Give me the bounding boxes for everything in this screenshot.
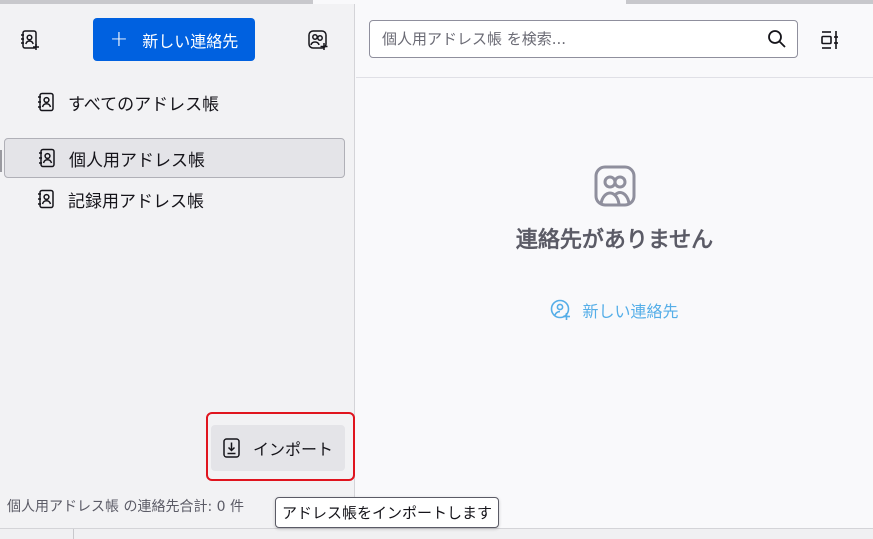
search-input[interactable] xyxy=(382,30,767,48)
new-contact-list-button[interactable] xyxy=(302,24,334,56)
plus-icon: + xyxy=(109,26,129,52)
new-address-book-button[interactable] xyxy=(14,24,46,56)
address-book-icon xyxy=(38,92,54,112)
search-icon[interactable] xyxy=(767,29,787,49)
contacts-pane: 連絡先がありません 新しい連絡先 xyxy=(356,4,873,528)
bottom-status-strip xyxy=(0,528,873,539)
address-book-item-all[interactable]: すべてのアドレス帳 xyxy=(4,82,345,122)
address-book-add-icon xyxy=(21,30,39,50)
selection-indicator xyxy=(0,150,2,172)
display-options-icon xyxy=(821,31,838,49)
import-icon xyxy=(223,438,240,458)
empty-state-title: 連絡先がありません xyxy=(515,228,714,253)
address-book-icon xyxy=(38,189,54,209)
books-sidebar: + 新しい連絡先 すべてのアドレス帳 個人用アドレス帳 記録用アドレス帳 インポ… xyxy=(0,4,355,528)
import-tooltip: アドレス帳をインポートします xyxy=(275,497,500,528)
address-book-label: すべてのアドレス帳 xyxy=(68,94,220,115)
address-book-item-personal[interactable]: 個人用アドレス帳 xyxy=(4,138,345,178)
contact-list-add-icon xyxy=(308,30,328,50)
empty-contacts-state: 連絡先がありません 新しい連絡先 xyxy=(356,164,873,325)
address-book-label: 記録用アドレス帳 xyxy=(68,191,204,212)
contacts-empty-icon xyxy=(594,165,635,207)
search-toolbar xyxy=(356,4,873,78)
address-book-item-collected[interactable]: 記録用アドレス帳 xyxy=(4,179,345,219)
search-field[interactable] xyxy=(369,20,798,58)
new-contact-label: 新しい連絡先 xyxy=(142,31,239,51)
address-book-icon xyxy=(39,148,55,168)
empty-new-contact-label: 新しい連絡先 xyxy=(582,302,679,321)
empty-new-contact-link[interactable]: 新しい連絡先 xyxy=(550,298,679,322)
import-button[interactable]: インポート xyxy=(211,425,345,471)
add-contact-icon xyxy=(551,299,571,320)
address-book-label: 個人用アドレス帳 xyxy=(69,150,205,171)
contact-count-status: 個人用アドレス帳 の連絡先合計: 0 件 xyxy=(7,499,244,515)
import-label: インポート xyxy=(253,440,334,459)
address-book-window: + 新しい連絡先 すべてのアドレス帳 個人用アドレス帳 記録用アドレス帳 インポ… xyxy=(0,0,873,539)
new-contact-button[interactable]: + 新しい連絡先 xyxy=(93,18,255,61)
status-separator xyxy=(73,529,74,539)
list-display-options-button[interactable] xyxy=(814,24,846,56)
